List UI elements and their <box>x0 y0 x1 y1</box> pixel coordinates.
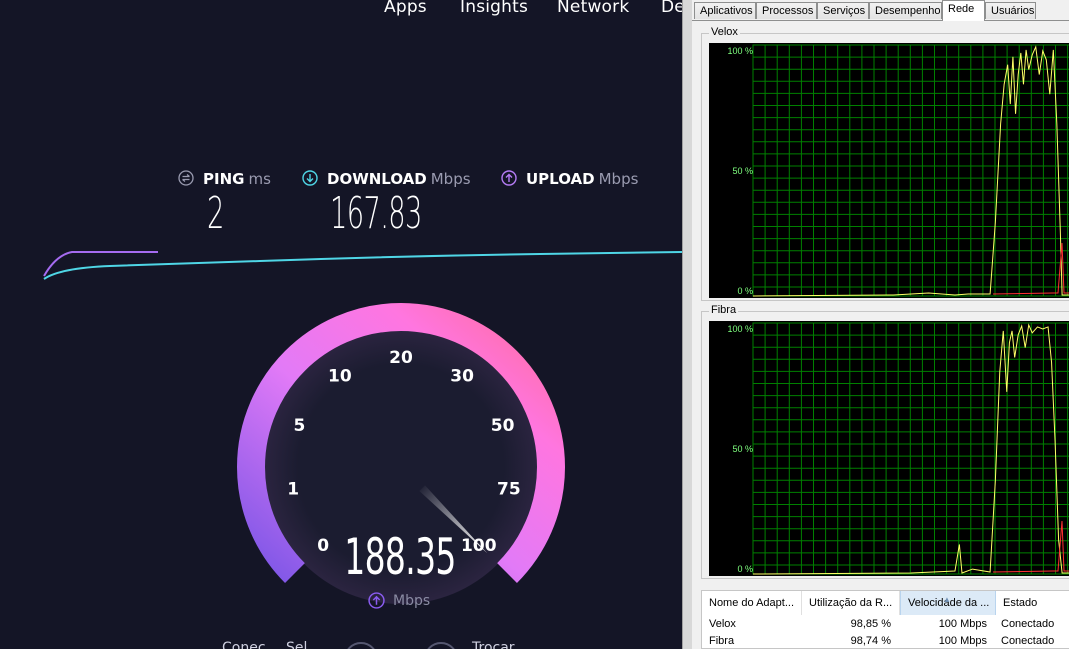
tab-servicos[interactable]: Serviços <box>817 2 869 19</box>
graph-grid <box>752 44 1069 296</box>
window-divider <box>682 0 692 649</box>
adapter-speed: 100 Mbps <box>938 618 987 630</box>
adapter-speed: 100 Mbps <box>938 635 987 647</box>
y-label-50: 50 % <box>732 444 753 454</box>
change-server-button[interactable]: Trocar <box>472 640 515 649</box>
graph-grid <box>752 322 1069 574</box>
gauge-tick-100: 100 <box>461 536 497 556</box>
gauge-tick-75: 75 <box>497 479 521 499</box>
receive-trace <box>752 323 1069 575</box>
gauge-tick-50: 50 <box>491 416 515 436</box>
adapter-utilization: 98,85 % <box>850 618 891 630</box>
speedtest-panel: Apps Insights Network De PING ms 2 DOWNLO… <box>0 0 682 649</box>
graph-title-velox: Velox <box>709 26 740 38</box>
tab-aplicativos[interactable]: Aplicativos <box>694 2 756 19</box>
graph-border <box>752 44 1069 297</box>
graph-title-fibra: Fibra <box>709 304 739 316</box>
adapter-state: Conectado <box>1001 635 1055 647</box>
download-history-line <box>43 251 682 280</box>
graph-group-fibra: Fibra 100 % 50 % 0 % <box>701 304 1069 579</box>
network-graph-fibra: 100 % 50 % 0 % <box>709 321 1069 576</box>
graph-canvas <box>752 44 1069 297</box>
gauge-tick-0: 0 <box>317 536 329 556</box>
adapter-table: Nome do Adapt... Utilização da R... ▲ Ve… <box>701 590 1069 649</box>
y-label-0: 0 % <box>737 564 753 574</box>
tab-rede[interactable]: Rede <box>942 0 985 21</box>
gauge-tick-30: 30 <box>450 367 474 387</box>
current-speed-value: 188.35 <box>344 528 456 586</box>
network-tab-content: Velox 100 % 50 % 0 % Fibra 100 % 50 % 0 … <box>692 21 1069 649</box>
graph-border <box>752 322 1069 575</box>
gauge-tick-5: 5 <box>293 416 305 436</box>
connections-button[interactable]: Conec <box>222 640 266 649</box>
receive-trace <box>752 45 1069 297</box>
graph-group-velox: Velox 100 % 50 % 0 % <box>701 26 1069 301</box>
network-graph-velox: 100 % 50 % 0 % <box>709 43 1069 298</box>
gauge-graphic: 0 1 5 10 20 30 50 75 100 <box>43 251 682 604</box>
y-label-0: 0 % <box>737 286 753 296</box>
tab-processos[interactable]: Processos <box>756 2 817 19</box>
column-header-adapter-name[interactable]: Nome do Adapt... <box>702 591 802 615</box>
adapter-state: Conectado <box>1001 618 1055 630</box>
column-header-utilization[interactable]: Utilização da R... <box>802 591 900 615</box>
adapter-utilization: 98,74 % <box>850 635 891 647</box>
gauge-tick-10: 10 <box>328 367 352 387</box>
gauge-tick-1: 1 <box>287 479 299 499</box>
select-server-button[interactable]: Sel <box>286 640 307 649</box>
task-manager-window: Aplicativos Processos Serviços Desempenh… <box>692 0 1069 649</box>
upload-indicator-icon <box>368 592 385 609</box>
gauge-tick-20: 20 <box>389 348 413 368</box>
tab-desempenho[interactable]: Desempenho <box>869 2 942 19</box>
column-header-state[interactable]: Estado <box>996 591 1069 615</box>
y-label-100: 100 % <box>727 324 753 334</box>
tab-bar: Aplicativos Processos Serviços Desempenh… <box>692 0 1069 21</box>
column-header-speed[interactable]: ▲ Velocidade da ... <box>900 591 996 615</box>
adapter-name: Velox <box>709 618 736 630</box>
y-label-100: 100 % <box>727 46 753 56</box>
sort-ascending-icon: ▲ <box>943 595 951 604</box>
y-label-50: 50 % <box>732 166 753 176</box>
graph-canvas <box>752 322 1069 575</box>
tab-usuarios[interactable]: Usuários <box>985 2 1036 19</box>
current-speed-unit: Mbps <box>393 593 431 609</box>
adapter-name: Fibra <box>709 635 735 647</box>
